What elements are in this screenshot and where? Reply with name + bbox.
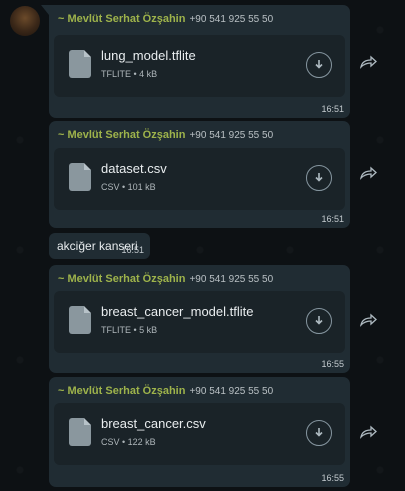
download-button[interactable] — [306, 52, 332, 78]
message-time: 16:51 — [321, 214, 344, 224]
file-meta: CSV • 122 kB — [101, 437, 156, 447]
sender-line: ~ Mevlüt Serhat Özşahin +90 541 925 55 50 — [58, 385, 273, 397]
forward-icon[interactable] — [360, 55, 378, 69]
download-button[interactable] — [306, 420, 332, 446]
sender-line: ~ Mevlüt Serhat Özşahin +90 541 925 55 50 — [58, 129, 273, 141]
download-button[interactable] — [306, 165, 332, 191]
document-icon — [69, 50, 91, 78]
sender-name[interactable]: ~ Mevlüt Serhat Özşahin — [58, 273, 185, 285]
file-meta: TFLITE • 4 kB — [101, 69, 158, 79]
forward-icon[interactable] — [360, 425, 378, 439]
sender-phone[interactable]: +90 541 925 55 50 — [189, 14, 273, 25]
file-message: ~ Mevlüt Serhat Özşahin +90 541 925 55 50… — [49, 121, 350, 228]
document-icon — [69, 306, 91, 334]
file-meta: CSV • 101 kB — [101, 182, 156, 192]
download-icon — [315, 316, 323, 325]
file-name: breast_cancer.csv — [101, 416, 206, 431]
file-meta: TFLITE • 5 kB — [101, 325, 158, 335]
download-button[interactable] — [306, 308, 332, 334]
message-time: 16:55 — [321, 473, 344, 483]
file-card[interactable]: lung_model.tflite TFLITE • 4 kB — [54, 35, 345, 97]
message-time: 16:51 — [121, 245, 144, 255]
file-card[interactable]: breast_cancer_model.tflite TFLITE • 5 kB — [54, 291, 345, 353]
sender-name[interactable]: ~ Mevlüt Serhat Özşahin — [58, 385, 185, 397]
sender-line: ~ Mevlüt Serhat Özşahin +90 541 925 55 50 — [58, 13, 273, 25]
text-message: akciğer kanseri 16:51 — [49, 233, 150, 259]
sender-name[interactable]: ~ Mevlüt Serhat Özşahin — [58, 13, 185, 25]
download-icon — [315, 428, 323, 437]
download-icon — [315, 173, 323, 182]
message-time: 16:51 — [321, 104, 344, 114]
file-message: ~ Mevlüt Serhat Özşahin +90 541 925 55 50… — [41, 5, 350, 118]
message-time: 16:55 — [321, 359, 344, 369]
document-icon — [69, 418, 91, 446]
file-name: dataset.csv — [101, 161, 167, 176]
sender-phone[interactable]: +90 541 925 55 50 — [189, 386, 273, 397]
file-message: ~ Mevlüt Serhat Özşahin +90 541 925 55 50… — [49, 265, 350, 373]
sender-avatar[interactable] — [10, 6, 40, 36]
download-icon — [315, 60, 323, 69]
sender-line: ~ Mevlüt Serhat Özşahin +90 541 925 55 50 — [58, 273, 273, 285]
document-icon — [69, 163, 91, 191]
sender-phone[interactable]: +90 541 925 55 50 — [189, 274, 273, 285]
sender-phone[interactable]: +90 541 925 55 50 — [189, 130, 273, 141]
file-card[interactable]: breast_cancer.csv CSV • 122 kB — [54, 403, 345, 465]
forward-icon[interactable] — [360, 166, 378, 180]
file-card[interactable]: dataset.csv CSV • 101 kB — [54, 148, 345, 210]
sender-name[interactable]: ~ Mevlüt Serhat Özşahin — [58, 129, 185, 141]
file-name: lung_model.tflite — [101, 48, 196, 63]
file-name: breast_cancer_model.tflite — [101, 304, 254, 319]
file-message: ~ Mevlüt Serhat Özşahin +90 541 925 55 50… — [49, 377, 350, 487]
forward-icon[interactable] — [360, 313, 378, 327]
